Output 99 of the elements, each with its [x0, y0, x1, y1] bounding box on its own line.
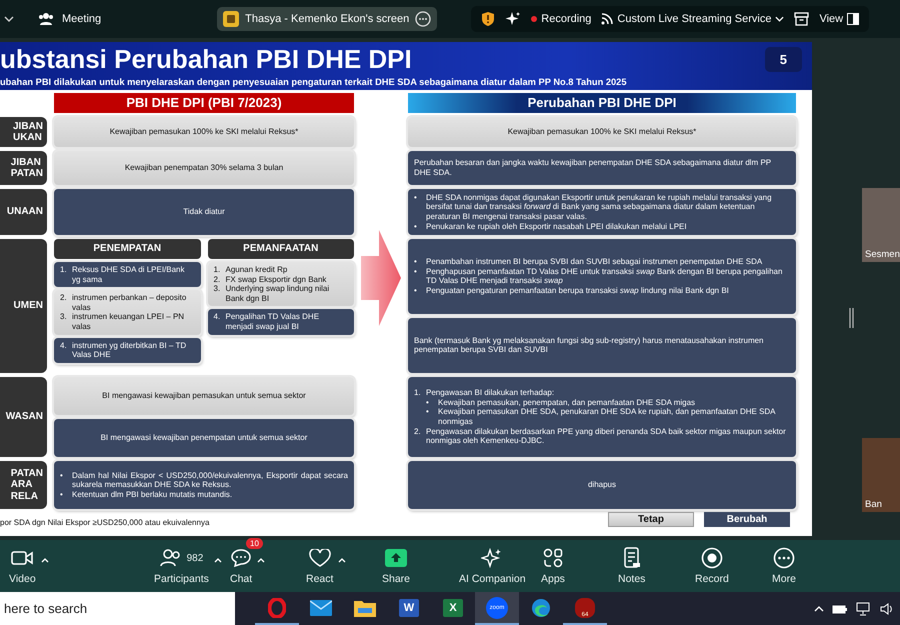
recording-indicator[interactable]: Recording	[531, 13, 592, 25]
shared-screen-title: Thasya - Kemenko Ekon's screen	[245, 13, 410, 25]
sheet-tile-icon: X	[443, 598, 463, 616]
list-item: • Penukaran ke rupiah oleh Eksportir nasabah LPEI dilakukan melalui LPEI	[414, 222, 688, 232]
unchanged-legend-swatch: Tetap	[608, 512, 694, 527]
list-item: • DHE SDA nonmigas dapat digunakan Eksportir untuk penukaran ke rupiah melalui transaksi yang bersifat tunai dan transaksi forward di Bank yang sama sebagaimana diatur dalam ketentuan peraturan BI mengenai transaksi pasar valas.	[414, 192, 773, 222]
share-button[interactable]: Share	[379, 545, 414, 587]
changed-rule-card: BI mengawasi kewajiban penempatan untuk semua sektor	[54, 419, 354, 457]
list-item: • Kewajiban pemasukan, penempatan, dan pemanfaatan DHE SDA migas	[425, 398, 696, 408]
chevron-up-icon[interactable]	[814, 606, 824, 612]
column-header: PBI DHE DPI (PBI 7/2023)	[54, 93, 354, 113]
changed-rule-card: Perubahan besaran dan jangka waktu kewajiban penempatan DHE SDA sebagaimana diatur dlm PP DHE SDA.	[408, 151, 796, 185]
list-item: 3. Underlying swap lindung nilai Bank dgn BI	[214, 284, 330, 304]
unread-badge: 10	[246, 538, 263, 549]
changed-legend-swatch: Berubah	[704, 512, 790, 527]
chevron-down-icon[interactable]	[4, 16, 14, 22]
sparkle-icon[interactable]	[505, 11, 522, 27]
app-icon	[223, 11, 240, 27]
streaming-menu[interactable]: Custom Live Streaming Service	[601, 13, 784, 25]
notes-button[interactable]: Notes	[615, 545, 648, 587]
caret-up-icon	[257, 558, 266, 563]
list-item: • Penambahan instrumen BI berupa SVBI dan SUVBI sebagai instrumen penempatan DHE SDA	[414, 257, 764, 267]
row-label: JIBAN UKAN	[0, 117, 47, 147]
changed-rule-card: Tidak diatur	[54, 189, 354, 235]
view-button[interactable]: View	[819, 13, 860, 25]
more-button[interactable]: More	[769, 545, 799, 587]
chevron-down-icon	[775, 16, 784, 22]
record-icon	[700, 547, 723, 569]
shield-icon[interactable]	[481, 11, 496, 27]
swirl-icon	[531, 598, 551, 618]
list-item: • Ketentuan dlm PBI berlaku mutatis mutandis.	[60, 490, 234, 500]
drag-handle-icon[interactable]	[849, 308, 854, 328]
people-icon	[38, 12, 54, 26]
row-label: UNAAN	[0, 189, 47, 235]
chat-bubble-icon	[231, 549, 252, 567]
participant-video[interactable]: Sesmen	[862, 188, 900, 262]
row-label: PATAN ARA RELA	[0, 461, 47, 509]
list-item: 4. Pengalihan TD Valas DHE menjadi swap jual BI	[214, 312, 320, 332]
heart-icon	[308, 549, 331, 567]
list-item: 2. FX swap Eksportir dgn Bank	[214, 274, 328, 284]
unchanged-rule-card: Kewajiban pemasukan 100% ke SKI melalui Reksus*	[54, 117, 354, 147]
more-icon	[772, 547, 795, 569]
folder-icon	[354, 598, 376, 616]
video-camera-icon	[11, 550, 34, 566]
record-button[interactable]: Record	[692, 545, 732, 587]
unchanged-rule-card: Kewajiban pemasukan 100% ke SKI melalui Reksus*	[408, 117, 796, 147]
sparkle-icon	[481, 548, 504, 568]
meeting-label: Meeting	[62, 13, 102, 25]
changed-rule-card: dihapus	[408, 461, 796, 509]
people-icon	[160, 549, 182, 567]
subcolumn-header: PENEMPATAN	[54, 239, 200, 259]
more-icon[interactable]	[415, 11, 432, 27]
page-number: 5	[764, 47, 802, 72]
participant-video[interactable]: Ban	[862, 438, 900, 512]
list-item: 1. Pengawasan BI dilakukan terhadap:	[414, 388, 556, 398]
list-item: 1. Agunan kredit Rp	[214, 265, 288, 275]
list-item: 2. Pengawasan dilakukan berdasarkan PPE yang diberi penanda SDA baik sektor migas maupun sektor nonmigas oleh Kemenkeu-DJBC.	[414, 426, 787, 446]
letter-o-icon	[268, 598, 286, 618]
participant-name: Ban	[864, 499, 882, 512]
unchanged-rule-card: BI mengawasi kewajiban pemasukan untuk semua sektor	[54, 377, 354, 415]
list-item: 4. instrumen yg diterbitkan BI – TD Valas DHE	[60, 340, 188, 360]
word-tile-icon: W	[399, 598, 419, 616]
video-button[interactable]: Video	[6, 545, 39, 587]
slide-title: ubstansi Perubahan PBI DHE DPI	[0, 44, 412, 75]
participants-button[interactable]: 982 Participants	[151, 545, 212, 587]
apps-button[interactable]: Apps	[538, 545, 568, 587]
search-field[interactable]: here to search	[0, 592, 235, 625]
list-item: 1. Reksus DHE SDA di LPEI/Bank yg sama	[60, 265, 186, 284]
notepad-icon	[622, 547, 641, 569]
slide-subtitle: ubahan PBI dilakukan untuk menyelaraskan dengan penyesuaian pengaturan terkait DHE SDA sebagaimana diatur dalam PP No.8 Tahun 2025	[0, 77, 628, 87]
archive-icon[interactable]	[794, 12, 810, 26]
column-header: Perubahan PBI DHE DPI	[408, 93, 796, 113]
unchanged-rule-card: Kewajiban penempatan 30% selama 3 bulan	[54, 151, 354, 185]
row-label: UMEN	[0, 239, 47, 373]
envelope-icon	[310, 600, 332, 616]
changed-rule-card: Bank (termasuk Bank yg melaksanakan fungsi sbg sub-registry) harus menatausahakan instrumen penempatan berupa SVBI dan SUVBI	[408, 318, 796, 373]
list-item: 3. instrumen keuangan LPEI – PN valas	[60, 312, 186, 332]
list-item: • Dalam hal Nilai Ekspor < USD250,000/ekuivalennya, Eksportir dapat secara sukarela memasukkan DHE SDA ke Reksus.	[60, 470, 348, 490]
row-label: WASAN	[0, 377, 47, 457]
react-button[interactable]: React	[303, 545, 336, 587]
row-label: JIBAN PATAN	[0, 151, 47, 185]
apps-grid-icon	[542, 548, 563, 568]
volume-icon[interactable]	[880, 602, 894, 614]
layout-icon	[847, 13, 860, 25]
ai-companion-button[interactable]: AI Companion	[456, 545, 529, 587]
list-item: • Penguatan pengaturan pemanfaatan berupa transaksi swap lindung nilai Bank dgn BI	[414, 286, 730, 296]
subcolumn-header: PEMANFAATAN	[208, 239, 354, 259]
battery-icon[interactable]	[832, 604, 848, 614]
taskbar-app-button[interactable]: X	[431, 592, 475, 625]
footnote: por SDA dgn Nilai Ekspor ≥USD250,000 atau ekuivalennya	[0, 518, 210, 527]
caret-up-icon	[214, 558, 222, 563]
taskbar-app-button[interactable]: W	[387, 592, 431, 625]
participant-name: Sesmen	[864, 249, 900, 262]
broadcast-icon	[601, 13, 614, 25]
caret-up-icon	[338, 558, 346, 563]
network-icon[interactable]	[856, 602, 872, 616]
list-item: • Kewajiban pemasukan DHE SDA, penukaran DHE SDA ke rupiah, dan pemanfaatan DHE SDA nonmigas	[425, 407, 776, 427]
shared-screen-pill[interactable]: Thasya - Kemenko Ekon's screen	[217, 7, 438, 31]
caret-up-icon	[40, 558, 49, 563]
